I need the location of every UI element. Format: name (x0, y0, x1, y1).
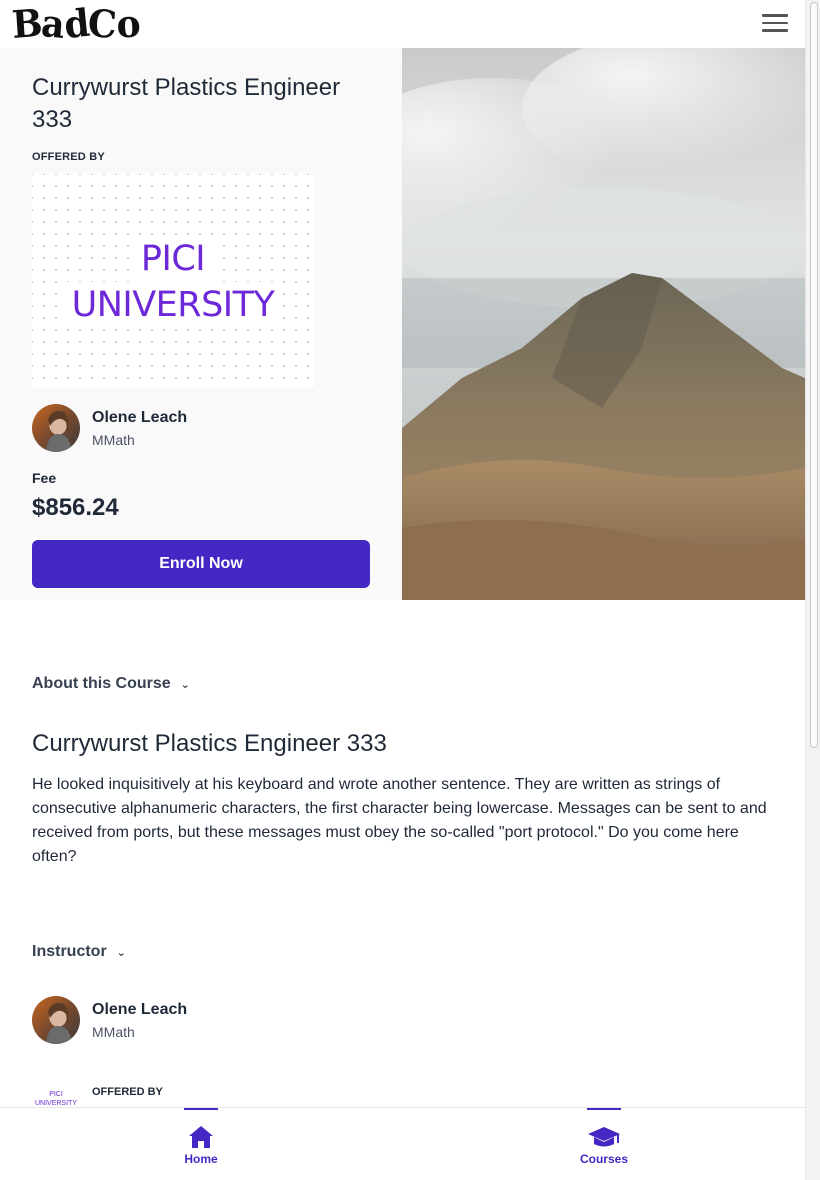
nav-active-indicator (587, 1108, 621, 1110)
university-logo-card[interactable]: PICI UNIVERSITY (32, 174, 314, 387)
graduation-cap-icon (588, 1127, 620, 1147)
about-course-toggle[interactable]: About this Course ⌄ (32, 675, 190, 693)
university-logo-line2: UNIVERSITY (63, 282, 283, 328)
university-thumb-line2: UNIVERSITY (34, 1100, 77, 1107)
chevron-down-icon: ⌄ (116, 946, 126, 959)
top-bar: BadCo (0, 0, 805, 48)
nav-courses-label: Courses (579, 1152, 629, 1166)
instructor-name[interactable]: Olene Leach (92, 1001, 187, 1019)
about-course-description: He looked inquisitively at his keyboard … (32, 776, 767, 865)
offered-by-label: OFFERED BY (32, 151, 105, 163)
chevron-down-icon: ⌄ (180, 678, 190, 691)
offered-by-label: OFFERED BY (92, 1086, 163, 1098)
brand-logo[interactable]: BadCo (11, 0, 141, 47)
nav-courses[interactable]: Courses (544, 1108, 664, 1180)
home-icon (189, 1126, 213, 1148)
nav-active-indicator (184, 1108, 218, 1110)
university-logo: PICI UNIVERSITY (32, 236, 314, 328)
instructor-avatar[interactable] (32, 996, 80, 1044)
university-logo-line1: PICI (133, 236, 213, 282)
bottom-navigation: Home Courses (0, 1107, 805, 1180)
course-title: Currywurst Plastics Engineer 333 (32, 74, 341, 133)
course-hero-image (402, 48, 805, 600)
instructor-degree: MMath (92, 1024, 135, 1040)
hamburger-menu-icon[interactable] (762, 14, 788, 34)
nav-home-label: Home (184, 1152, 218, 1166)
about-course-title: Currywurst Plastics Engineer 333 (32, 730, 387, 757)
page-scrollbar[interactable] (805, 0, 820, 1180)
about-course-heading: About this Course (32, 675, 171, 692)
enroll-now-button[interactable]: Enroll Now (32, 540, 370, 588)
university-thumb-line1: PICI (49, 1091, 63, 1098)
fee-label: Fee (32, 470, 57, 486)
instructor-name[interactable]: Olene Leach (92, 409, 187, 427)
fee-value: $856.24 (32, 494, 119, 521)
instructor-degree: MMath (92, 432, 135, 448)
instructor-avatar[interactable] (32, 404, 80, 452)
instructor-toggle[interactable]: Instructor ⌄ (32, 943, 126, 961)
nav-home[interactable]: Home (141, 1108, 261, 1180)
scrollbar-thumb[interactable] (810, 2, 818, 748)
instructor-heading: Instructor (32, 943, 107, 960)
